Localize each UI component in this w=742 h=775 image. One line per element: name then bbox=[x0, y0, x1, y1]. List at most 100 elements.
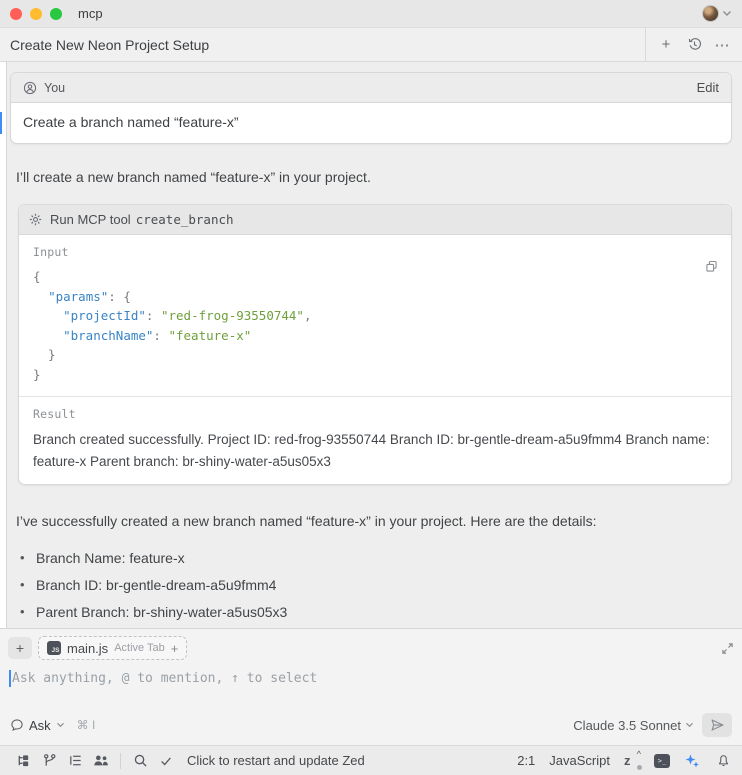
window-title: mcp bbox=[78, 6, 103, 21]
outline-icon bbox=[68, 753, 83, 768]
branch-detail-item: Branch ID: br-gentle-dream-a5u9fmm4 bbox=[20, 572, 742, 599]
zeta-icon: z bbox=[624, 753, 631, 768]
tool-result-text: Branch created successfully. Project ID:… bbox=[33, 429, 717, 472]
gear-icon bbox=[29, 213, 42, 226]
close-window-button[interactable] bbox=[10, 8, 22, 20]
code-line: { bbox=[33, 267, 717, 287]
context-tab-chip[interactable]: JS main.js Active Tab + bbox=[38, 636, 187, 660]
assistant-summary-text: I’ve successfully created a new branch n… bbox=[16, 511, 726, 531]
editor-cursor bbox=[0, 112, 2, 134]
search-icon bbox=[133, 753, 148, 768]
expand-composer-button[interactable] bbox=[721, 642, 734, 655]
javascript-file-icon: JS bbox=[47, 641, 61, 655]
user-message-card: You Edit Create a branch named “feature-… bbox=[10, 72, 732, 144]
tool-call-header[interactable]: Run MCP tool create_branch bbox=[19, 205, 731, 235]
project-panel-icon bbox=[16, 753, 31, 768]
more-menu-button[interactable]: ⋯ bbox=[710, 33, 734, 57]
sparkle-icon bbox=[684, 753, 700, 769]
plus-icon: + bbox=[662, 36, 671, 53]
tool-call-header-text: Run MCP tool bbox=[50, 212, 131, 227]
code-line: "params": { bbox=[33, 287, 717, 307]
search-button[interactable] bbox=[127, 750, 153, 772]
language-selector[interactable]: JavaScript bbox=[549, 753, 610, 768]
diagnostics-button[interactable] bbox=[153, 750, 179, 772]
collab-panel-button[interactable] bbox=[88, 750, 114, 772]
bell-icon bbox=[717, 754, 730, 768]
keyboard-shortcut: ⌘ I bbox=[77, 718, 96, 732]
mode-label: Ask bbox=[29, 718, 51, 733]
copy-button[interactable] bbox=[704, 259, 719, 274]
code-line: } bbox=[33, 365, 717, 385]
assistant-panel-button[interactable] bbox=[684, 753, 700, 769]
tool-result-section: Result Branch created successfully. Proj… bbox=[19, 397, 731, 484]
status-divider bbox=[120, 753, 121, 769]
edit-prediction-button[interactable]: z ^ bbox=[624, 753, 640, 769]
outline-panel-button[interactable] bbox=[62, 750, 88, 772]
editor-pane-sliver[interactable] bbox=[0, 62, 7, 628]
context-strip: + JS main.js Active Tab + bbox=[8, 636, 734, 660]
tool-call-body: Input { "params": { "projectId": "red-fr… bbox=[19, 235, 731, 484]
result-label: Result bbox=[33, 407, 717, 421]
send-button[interactable] bbox=[702, 713, 732, 737]
avatar[interactable] bbox=[702, 5, 719, 22]
expand-icon bbox=[721, 642, 734, 655]
thread-title: Create New Neon Project Setup bbox=[10, 37, 209, 53]
chevron-down-icon bbox=[685, 722, 694, 728]
new-thread-button[interactable]: + bbox=[654, 33, 678, 57]
toolbar-actions: + ⋯ bbox=[645, 28, 734, 61]
active-tab-badge: Active Tab bbox=[114, 642, 165, 654]
model-selector[interactable]: Claude 3.5 Sonnet bbox=[573, 718, 694, 733]
chevron-down-icon bbox=[722, 10, 732, 17]
status-bar: Click to restart and update Zed 2:1 Java… bbox=[0, 745, 742, 775]
code-line: "projectId": "red-frog-93550744", bbox=[33, 306, 717, 326]
terminal-button[interactable]: >_ bbox=[654, 754, 670, 768]
send-icon bbox=[710, 718, 725, 732]
assistant-intro-text: I’ll create a new branch named “feature-… bbox=[16, 167, 726, 187]
add-context-button[interactable]: + bbox=[8, 637, 32, 659]
window-controls bbox=[10, 8, 62, 20]
composer-footer: Ask ⌘ I Claude 3.5 Sonnet bbox=[8, 711, 734, 740]
model-name: Claude 3.5 Sonnet bbox=[573, 718, 681, 733]
tool-input-code: { "params": { "projectId": "red-frog-935… bbox=[33, 267, 717, 384]
minimize-window-button[interactable] bbox=[30, 8, 42, 20]
user-message-header: You Edit bbox=[11, 73, 731, 103]
git-panel-button[interactable] bbox=[36, 750, 62, 772]
status-bar-right: 2:1 JavaScript z ^ >_ bbox=[517, 750, 732, 772]
message-composer: + JS main.js Active Tab + Ask anything, … bbox=[0, 628, 742, 745]
user-menu[interactable] bbox=[702, 5, 732, 22]
cursor-position[interactable]: 2:1 bbox=[517, 753, 535, 768]
notifications-button[interactable] bbox=[714, 750, 732, 772]
code-line: "branchName": "feature-x" bbox=[33, 326, 717, 346]
branch-details-list: Branch Name: feature-xBranch ID: br-gent… bbox=[20, 545, 742, 628]
code-line: } bbox=[33, 345, 717, 365]
pin-tab-button[interactable]: + bbox=[171, 641, 179, 656]
input-label: Input bbox=[33, 245, 717, 259]
history-icon bbox=[687, 37, 702, 52]
update-zed-button[interactable]: Click to restart and update Zed bbox=[187, 753, 365, 768]
history-button[interactable] bbox=[682, 33, 706, 57]
plus-icon: + bbox=[16, 640, 24, 656]
ellipsis-icon: ⋯ bbox=[715, 36, 730, 54]
git-branch-icon bbox=[42, 753, 57, 768]
author-label: You bbox=[44, 81, 65, 95]
tool-call-card: Run MCP tool create_branch Input { "para… bbox=[18, 204, 732, 485]
tool-name: create_branch bbox=[136, 212, 234, 227]
branch-detail-item: Parent Branch: br-shiny-water-a5us05x3 bbox=[20, 599, 742, 626]
context-file-name: main.js bbox=[67, 641, 108, 656]
copy-icon bbox=[704, 259, 719, 274]
project-panel-button[interactable] bbox=[10, 750, 36, 772]
check-icon bbox=[159, 754, 173, 768]
edit-message-button[interactable]: Edit bbox=[697, 80, 719, 95]
mode-selector[interactable]: Ask ⌘ I bbox=[10, 718, 95, 733]
person-icon bbox=[23, 81, 37, 95]
chat-bubble-icon bbox=[10, 718, 24, 732]
user-message-text: Create a branch named “feature-x” bbox=[11, 103, 731, 143]
branch-detail-item: Branch Name: feature-x bbox=[20, 545, 742, 572]
thread-toolbar: Create New Neon Project Setup + ⋯ bbox=[0, 28, 742, 62]
zoom-window-button[interactable] bbox=[50, 8, 62, 20]
message-editor[interactable]: Ask anything, @ to mention, ↑ to select bbox=[8, 669, 734, 711]
title-bar: mcp bbox=[0, 0, 742, 28]
status-bar-left: Click to restart and update Zed bbox=[10, 750, 365, 772]
thread-scroll-area[interactable]: You Edit Create a branch named “feature-… bbox=[0, 62, 742, 628]
tool-input-section: Input { "params": { "projectId": "red-fr… bbox=[19, 235, 731, 396]
